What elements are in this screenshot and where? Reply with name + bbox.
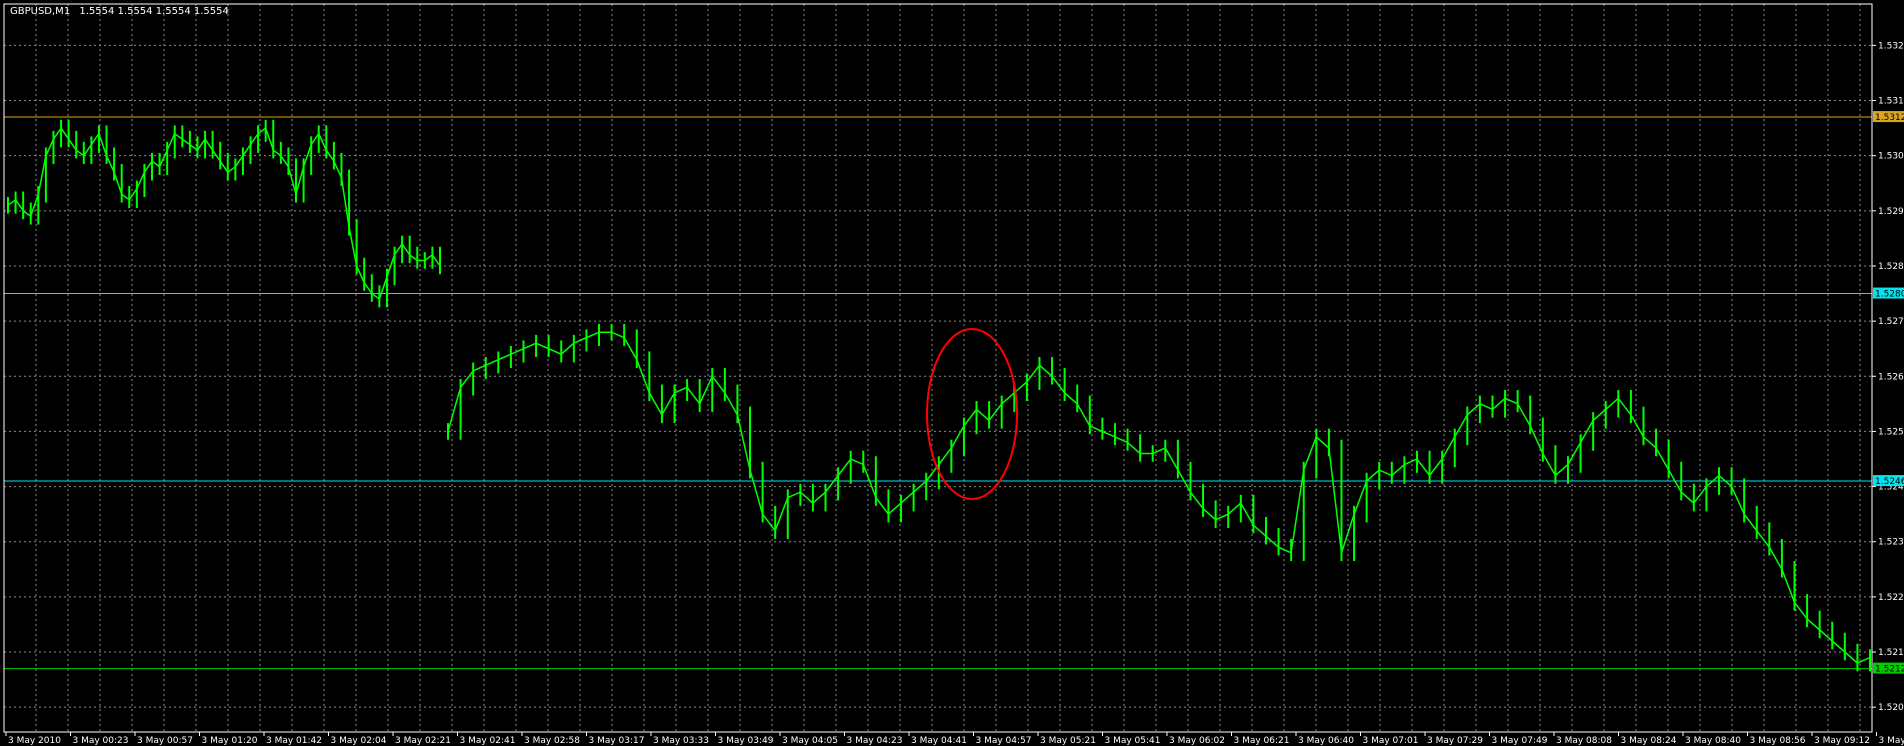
x-tick-label: 3 May 06:40 <box>1298 736 1354 746</box>
price-tag-label: 1.5246 <box>1875 477 1904 487</box>
y-tick-label: 1.5275 <box>1878 317 1904 327</box>
x-tick-label: 3 May 08:24 <box>1621 736 1677 746</box>
x-tick-label: 3 May 07:49 <box>1492 736 1548 746</box>
x-tick-label: 3 May 06:02 <box>1169 736 1225 746</box>
x-tick-label: 3 May 01:42 <box>266 736 322 746</box>
price-tag-label: 1.5280 <box>1875 290 1904 300</box>
x-tick-label: 3 May 06:21 <box>1234 736 1290 746</box>
x-tick-label: 3 May 03:33 <box>653 736 709 746</box>
x-tick-label: 3 May 04:05 <box>782 736 838 746</box>
y-tick-label: 1.5225 <box>1878 593 1904 603</box>
x-tick-label: 3 May 07:29 <box>1427 736 1483 746</box>
y-tick-label: 1.5325 <box>1878 41 1904 51</box>
chart-window[interactable]: 1.5325 1.5315 1.5305 1.5295 1.5285 1.5275 1.52… <box>0 0 1904 746</box>
price-tag-label: 1.5312 <box>1875 113 1904 123</box>
x-tick-label: 3 May 04:41 <box>911 736 967 746</box>
x-tick-label: 3 May 08:56 <box>1750 736 1806 746</box>
x-tick-label: 3 May 04:57 <box>976 736 1032 746</box>
quote-values: 1.5554 1.5554 1.5554 1.5554 <box>79 6 229 17</box>
x-tick-label: 3 May 08:08 <box>1556 736 1612 746</box>
price-chart[interactable]: 1.5325 1.5315 1.5305 1.5295 1.5285 1.5275 1.52… <box>0 0 1904 746</box>
x-tick-label: 3 May 00:23 <box>73 736 129 746</box>
x-tick-label: 3 May 05:41 <box>1105 736 1161 746</box>
x-tick-label: 3 May 09:12 <box>1814 736 1870 746</box>
x-tick-label: 3 May 2010 <box>8 736 61 746</box>
x-tick-label: 3 May 01:20 <box>202 736 258 746</box>
y-tick-label: 1.5235 <box>1878 538 1904 548</box>
x-tick-label: 3 May 03:17 <box>589 736 645 746</box>
y-tick-label: 1.5205 <box>1878 703 1904 713</box>
chart-background <box>0 0 1904 746</box>
y-tick-label: 1.5255 <box>1878 427 1904 437</box>
chart-header: GBPUSD,M1 1.5554 1.5554 1.5554 1.5554 <box>10 6 229 17</box>
symbol-label: GBPUSD,M1 <box>10 6 70 17</box>
x-tick-label: 3 May 03:49 <box>718 736 774 746</box>
x-tick-label: 3 May 09: <box>1879 736 1904 746</box>
x-tick-label: 3 May 04:23 <box>847 736 903 746</box>
x-tick-label: 3 May 00:57 <box>137 736 193 746</box>
y-tick-label: 1.5295 <box>1878 207 1904 217</box>
x-tick-label: 3 May 07:01 <box>1363 736 1419 746</box>
y-tick-label: 1.5305 <box>1878 152 1904 162</box>
x-tick-label: 3 May 08:40 <box>1685 736 1741 746</box>
y-tick-label: 1.5215 <box>1878 648 1904 658</box>
x-tick-label: 3 May 02:41 <box>460 736 516 746</box>
price-tag-label: 1.5212 <box>1875 665 1904 675</box>
y-tick-label: 1.5285 <box>1878 262 1904 272</box>
y-tick-label: 1.5315 <box>1878 97 1904 107</box>
x-tick-label: 3 May 02:58 <box>524 736 580 746</box>
y-tick-label: 1.5265 <box>1878 372 1904 382</box>
x-tick-label: 3 May 02:21 <box>395 736 451 746</box>
x-tick-label: 3 May 02:04 <box>331 736 387 746</box>
x-tick-label: 3 May 05:21 <box>1040 736 1096 746</box>
